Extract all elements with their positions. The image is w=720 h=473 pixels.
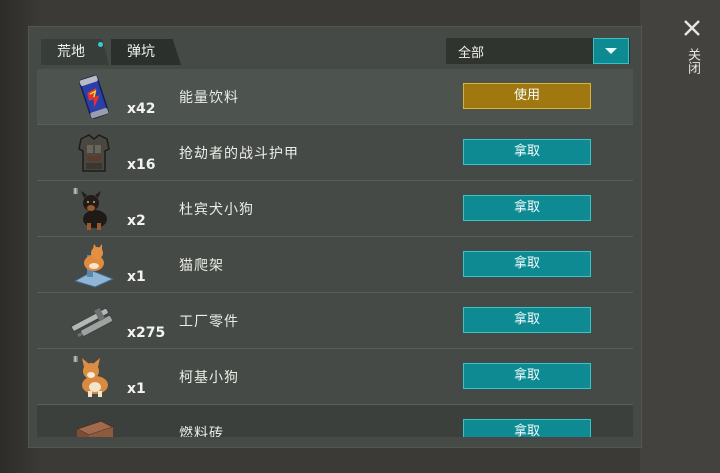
item-quantity: x275 bbox=[127, 325, 166, 341]
item-quantity: x42 bbox=[127, 101, 156, 117]
corgi-puppy-icon bbox=[67, 353, 121, 401]
take-button[interactable]: 拿取 bbox=[463, 195, 591, 221]
close-label[interactable]: 关闭 bbox=[684, 48, 702, 74]
list-item: x1 猫爬架 拿取 bbox=[37, 237, 633, 293]
item-list[interactable]: x42 能量饮料 使用 x16 抢劫者的战斗护甲 拿取 III x2 杜宾犬小狗… bbox=[37, 69, 633, 437]
close-button[interactable] bbox=[680, 16, 704, 40]
take-button[interactable]: 拿取 bbox=[463, 251, 591, 277]
filter-value: 全部 bbox=[458, 45, 485, 61]
fuel-brick-icon bbox=[67, 409, 121, 437]
list-item: x16 抢劫者的战斗护甲 拿取 bbox=[37, 125, 633, 181]
chevron-down-icon bbox=[605, 48, 617, 54]
item-name: 燃料砖 bbox=[179, 426, 224, 437]
list-item: x275 工厂零件 拿取 bbox=[37, 293, 633, 349]
list-item: III x2 杜宾犬小狗 拿取 bbox=[37, 181, 633, 237]
filter-dropdown[interactable]: 全部 bbox=[446, 38, 630, 64]
side-bar bbox=[640, 0, 720, 473]
tab-label: 荒地 bbox=[57, 44, 85, 60]
tab-bar: 荒地 弹坑 bbox=[41, 39, 183, 65]
item-quantity: x1 bbox=[127, 269, 146, 285]
item-name: 柯基小狗 bbox=[179, 370, 239, 386]
factory-parts-icon bbox=[67, 297, 121, 345]
item-name: 工厂零件 bbox=[179, 314, 239, 330]
list-item: III x1 柯基小狗 拿取 bbox=[37, 349, 633, 405]
list-item: x42 能量饮料 使用 bbox=[37, 69, 633, 125]
take-button[interactable]: 拿取 bbox=[463, 139, 591, 165]
energy-drink-icon bbox=[67, 73, 121, 121]
tab-crater[interactable]: 弹坑 bbox=[111, 39, 181, 65]
doberman-puppy-icon bbox=[67, 185, 121, 233]
item-name: 能量饮料 bbox=[179, 90, 239, 106]
take-button[interactable]: 拿取 bbox=[463, 363, 591, 389]
storage-panel: 荒地 弹坑 全部 x42 能量饮料 使用 x16 抢劫者的战斗护甲 拿取 III… bbox=[28, 26, 642, 448]
item-quantity: x16 bbox=[127, 157, 156, 173]
combat-armor-icon bbox=[67, 129, 121, 177]
item-name: 抢劫者的战斗护甲 bbox=[179, 146, 299, 162]
item-name: 猫爬架 bbox=[179, 258, 224, 274]
item-name: 杜宾犬小狗 bbox=[179, 202, 254, 218]
item-quantity: x2 bbox=[127, 213, 146, 229]
list-item: 燃料砖 拿取 bbox=[37, 405, 633, 437]
take-button[interactable]: 拿取 bbox=[463, 307, 591, 333]
dropdown-button[interactable] bbox=[593, 38, 629, 64]
notification-dot-icon bbox=[98, 42, 103, 47]
close-icon bbox=[684, 20, 700, 36]
tab-wasteland[interactable]: 荒地 bbox=[41, 39, 109, 65]
cat-tree-icon bbox=[67, 241, 121, 289]
use-button[interactable]: 使用 bbox=[463, 83, 591, 109]
item-quantity: x1 bbox=[127, 381, 146, 397]
tab-label: 弹坑 bbox=[127, 44, 155, 60]
take-button[interactable]: 拿取 bbox=[463, 419, 591, 437]
